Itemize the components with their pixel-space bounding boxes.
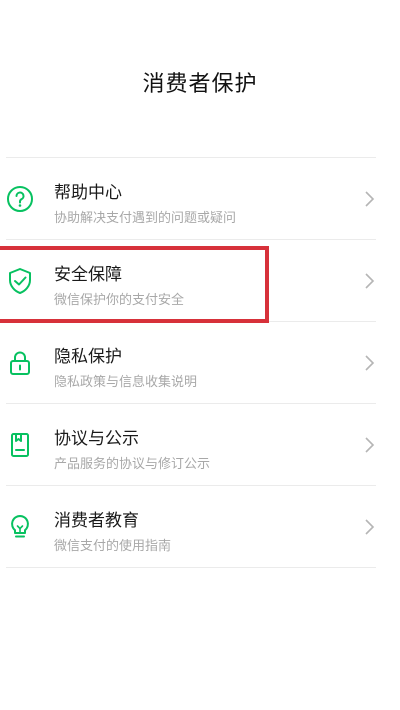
chevron-right-icon	[364, 272, 376, 290]
menu-item-subtitle: 微信支付的使用指南	[54, 539, 172, 554]
consumer-protection-page: 消费者保护 帮助中心 协助解决支付遇到的问题或疑问 安全保障 微信保护你的支付安…	[0, 0, 400, 710]
menu-item-subtitle: 微信保护你的支付安全	[54, 293, 185, 308]
menu-item-subtitle: 隐私政策与信息收集说明	[54, 375, 198, 390]
help-question-icon	[5, 184, 35, 214]
divider	[6, 567, 376, 568]
chevron-right-icon	[364, 354, 376, 372]
menu-item-title: 协议与公示	[54, 429, 139, 449]
menu-list: 帮助中心 协助解决支付遇到的问题或疑问 安全保障 微信保护你的支付安全 隐私保护…	[0, 157, 400, 568]
menu-item-security[interactable]: 安全保障 微信保护你的支付安全	[0, 240, 400, 321]
menu-item-title: 消费者教育	[54, 511, 139, 531]
menu-item-subtitle: 协助解决支付遇到的问题或疑问	[54, 211, 237, 226]
chevron-right-icon	[364, 436, 376, 454]
document-icon	[5, 430, 35, 460]
chevron-right-icon	[364, 190, 376, 208]
lock-icon	[5, 348, 35, 378]
menu-item-consumer-education[interactable]: 消费者教育 微信支付的使用指南	[0, 486, 400, 567]
menu-item-help-center[interactable]: 帮助中心 协助解决支付遇到的问题或疑问	[0, 158, 400, 239]
menu-item-title: 安全保障	[54, 265, 122, 285]
menu-item-privacy[interactable]: 隐私保护 隐私政策与信息收集说明	[0, 322, 400, 403]
shield-check-icon	[5, 266, 35, 296]
menu-item-title: 隐私保护	[54, 347, 122, 367]
menu-item-title: 帮助中心	[54, 183, 122, 203]
lightbulb-icon	[5, 512, 35, 542]
menu-item-agreements[interactable]: 协议与公示 产品服务的协议与修订公示	[0, 404, 400, 485]
page-title: 消费者保护	[142, 72, 258, 97]
chevron-right-icon	[364, 518, 376, 536]
menu-item-subtitle: 产品服务的协议与修订公示	[54, 457, 211, 472]
